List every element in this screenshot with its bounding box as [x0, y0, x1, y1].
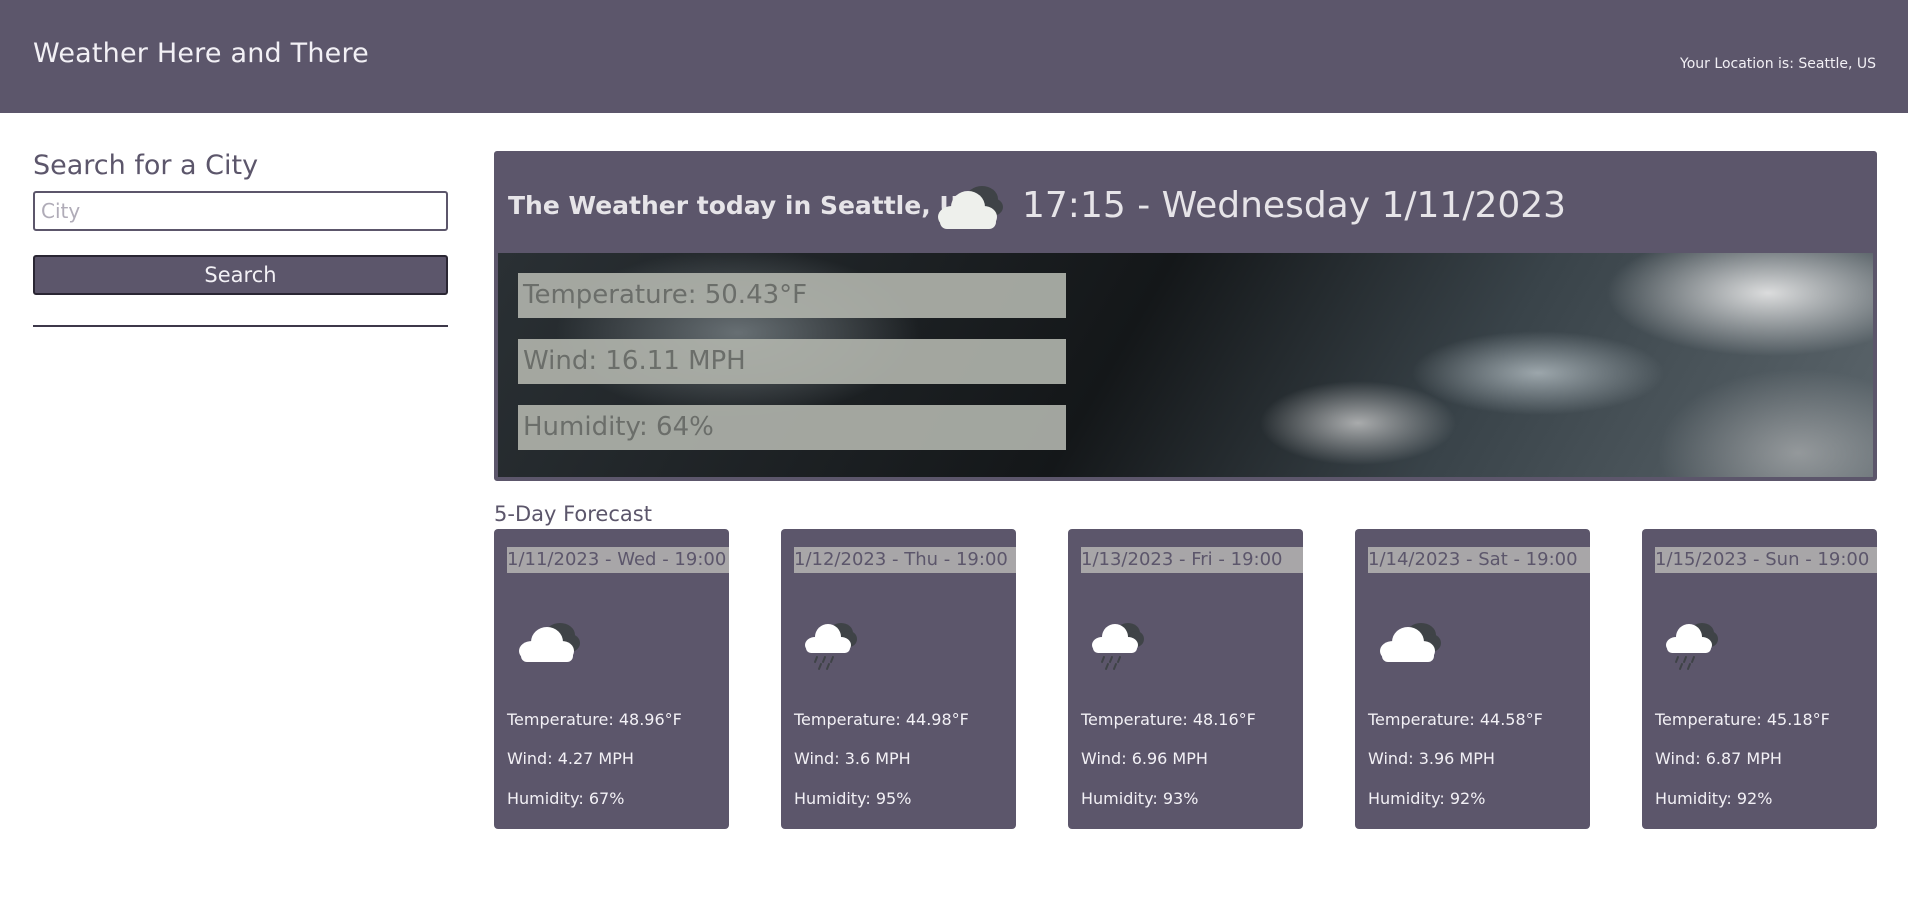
forecast-wind: Wind: 6.87 MPH [1655, 749, 1782, 768]
forecast-heading: 5-Day Forecast [494, 502, 652, 526]
forecast-card: 1/14/2023 - Sat - 19:00 Temperature: 44.… [1355, 529, 1590, 829]
forecast-temperature: Temperature: 48.96°F [507, 710, 682, 729]
current-temperature: Temperature: 50.43°F [518, 273, 1066, 318]
cloudy-icon [1375, 617, 1445, 669]
search-button[interactable]: Search [33, 255, 448, 295]
forecast-humidity: Humidity: 92% [1368, 789, 1486, 808]
forecast-wind: Wind: 3.96 MPH [1368, 749, 1495, 768]
forecast-date: 1/13/2023 - Fri - 19:00 [1081, 547, 1303, 573]
app-header: Weather Here and There Your Location is:… [0, 0, 1908, 113]
forecast-humidity: Humidity: 95% [794, 789, 912, 808]
forecast-humidity: Humidity: 93% [1081, 789, 1199, 808]
rain-icon [801, 617, 861, 677]
cloudy-sky-background: Temperature: 50.43°F Wind: 16.11 MPH Hum… [498, 253, 1873, 477]
rain-icon [1662, 617, 1722, 677]
current-weather-panel: The Weather today in Seattle, US 17:15 -… [494, 151, 1877, 481]
forecast-card: 1/12/2023 - Thu - 19:00 Temperature: 44.… [781, 529, 1016, 829]
forecast-date: 1/15/2023 - Sun - 19:00 [1655, 547, 1877, 573]
current-datetime: 17:15 - Wednesday 1/11/2023 [1022, 185, 1567, 226]
forecast-temperature: Temperature: 44.58°F [1368, 710, 1543, 729]
forecast-temperature: Temperature: 45.18°F [1655, 710, 1830, 729]
forecast-wind: Wind: 4.27 MPH [507, 749, 634, 768]
forecast-cards: 1/11/2023 - Wed - 19:00 Temperature: 48.… [494, 529, 1877, 829]
current-city-title: The Weather today in Seattle, US [508, 191, 978, 220]
current-weather-header: The Weather today in Seattle, US 17:15 -… [498, 155, 1873, 253]
forecast-wind: Wind: 6.96 MPH [1081, 749, 1208, 768]
forecast-date: 1/11/2023 - Wed - 19:00 [507, 547, 729, 573]
app-title: Weather Here and There [33, 38, 369, 69]
search-sidebar: Search for a City Search [33, 150, 448, 327]
forecast-humidity: Humidity: 67% [507, 789, 625, 808]
search-history-divider [33, 325, 448, 327]
forecast-card: 1/11/2023 - Wed - 19:00 Temperature: 48.… [494, 529, 729, 829]
forecast-date: 1/14/2023 - Sat - 19:00 [1368, 547, 1590, 573]
forecast-humidity: Humidity: 92% [1655, 789, 1773, 808]
current-wind: Wind: 16.11 MPH [518, 339, 1066, 384]
city-input[interactable] [33, 191, 448, 231]
current-humidity: Humidity: 64% [518, 405, 1066, 450]
cloudy-icon [514, 617, 584, 669]
forecast-card: 1/13/2023 - Fri - 19:00 Temperature: 48.… [1068, 529, 1303, 829]
cloudy-icon [932, 179, 1006, 235]
user-location: Your Location is: Seattle, US [1680, 56, 1876, 72]
search-heading: Search for a City [33, 150, 259, 181]
rain-icon [1088, 617, 1148, 677]
forecast-card: 1/15/2023 - Sun - 19:00 Temperature: 45.… [1642, 529, 1877, 829]
forecast-temperature: Temperature: 44.98°F [794, 710, 969, 729]
forecast-temperature: Temperature: 48.16°F [1081, 710, 1256, 729]
forecast-date: 1/12/2023 - Thu - 19:00 [794, 547, 1016, 573]
forecast-wind: Wind: 3.6 MPH [794, 749, 911, 768]
